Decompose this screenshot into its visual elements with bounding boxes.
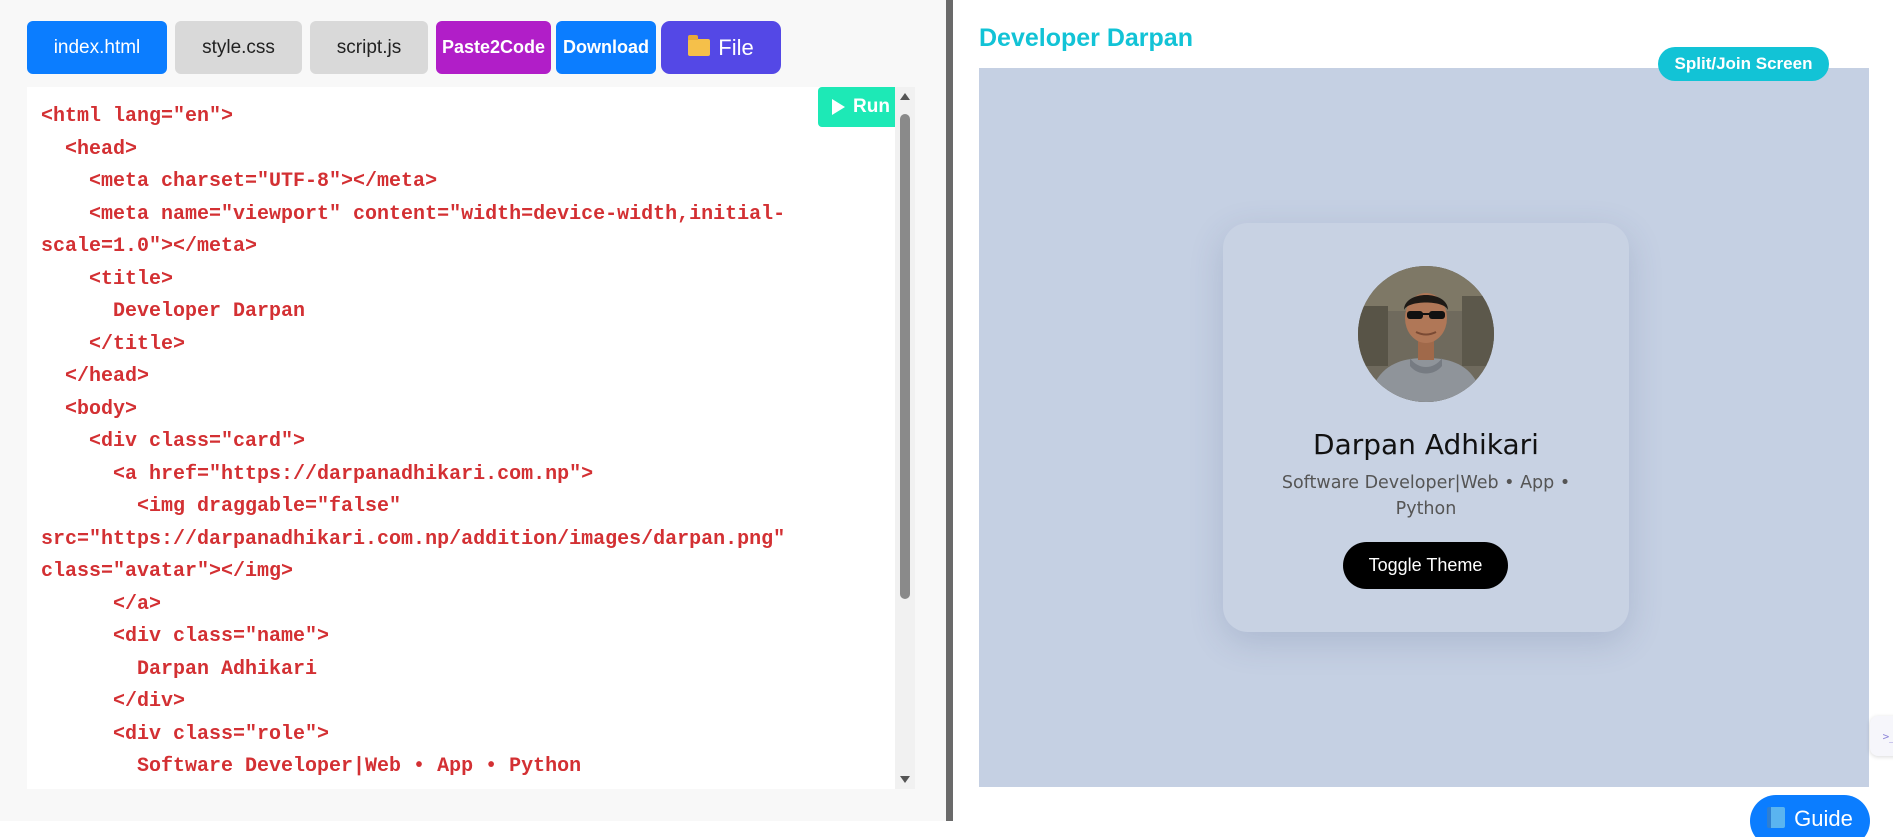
run-button[interactable]: Run: [818, 87, 904, 127]
scrollbar-thumb[interactable]: [900, 114, 910, 599]
tab-index-html[interactable]: index.html: [27, 21, 167, 74]
paste2code-button[interactable]: Paste2Code: [436, 21, 551, 74]
profile-card: Darpan Adhikari Software Developer|Web •…: [1223, 223, 1629, 632]
code-line: <a href="https://darpanadhikari.com.np">: [41, 462, 594, 486]
toggle-theme-button[interactable]: Toggle Theme: [1343, 542, 1508, 589]
scroll-down-icon[interactable]: [900, 776, 910, 783]
avatar[interactable]: [1358, 266, 1494, 402]
code-line: </title>: [41, 332, 186, 356]
code-line: scale=1.0"></meta>: [41, 235, 258, 258]
run-button-label: Run: [853, 96, 890, 117]
code-line: <div class="name">: [41, 625, 330, 648]
code-line: <div class="card">: [41, 430, 306, 453]
code-line: <title>: [41, 267, 174, 291]
profile-role: Software Developer|Web • App • Python: [1281, 473, 1571, 519]
book-icon: [1767, 807, 1786, 828]
guide-button[interactable]: Guide: [1750, 795, 1870, 837]
code-line: <head>: [41, 137, 138, 161]
file-button-label: File: [718, 34, 754, 60]
code-content[interactable]: <html lang="en"> <head> <meta charset="U…: [41, 101, 871, 789]
code-line: Software Developer|Web • App • Python: [41, 755, 582, 778]
code-line: </div>: [41, 690, 186, 713]
guide-button-label: Guide: [1794, 806, 1853, 831]
code-editor[interactable]: <html lang="en"> <head> <meta charset="U…: [27, 87, 915, 789]
file-button[interactable]: File: [661, 21, 781, 74]
code-line: Developer Darpan: [41, 300, 306, 323]
pane-divider[interactable]: [946, 0, 953, 821]
code-line: Darpan Adhikari: [41, 657, 318, 681]
tab-style-css[interactable]: style.css: [175, 21, 302, 74]
side-panel-handle[interactable]: >_<: [1870, 716, 1893, 756]
brand-title: Developer Darpan: [979, 24, 1193, 52]
preview-pane: Developer Darpan Darpan Adhikari Softwar…: [953, 0, 1893, 837]
editor-toolbar: index.html style.css script.js Paste2Cod…: [27, 21, 786, 74]
code-line: <meta name="viewport" content="width=dev…: [41, 202, 786, 226]
code-line: class="avatar"></img>: [41, 560, 294, 583]
code-line: </div>: [41, 784, 871, 790]
code-line: <html lang="en">: [41, 105, 234, 128]
folder-icon: [688, 35, 711, 56]
play-icon: [832, 99, 846, 115]
scroll-up-icon[interactable]: [900, 93, 910, 100]
code-line: <div class="role">: [41, 722, 330, 746]
code-line: <body>: [41, 397, 138, 421]
code-line: <img draggable="false": [41, 495, 402, 518]
editor-scrollbar[interactable]: [895, 87, 915, 789]
code-line: <meta charset="UTF-8"></meta>: [41, 170, 438, 193]
app-window: index.html style.css script.js Paste2Cod…: [0, 0, 1893, 837]
editor-pane: index.html style.css script.js Paste2Cod…: [0, 0, 946, 821]
tab-script-js[interactable]: script.js: [310, 21, 428, 74]
preview-frame: Darpan Adhikari Software Developer|Web •…: [979, 68, 1893, 787]
split-join-screen-button[interactable]: Split/Join Screen: [1658, 47, 1829, 81]
code-line: src="https://darpanadhikari.com.np/addit…: [41, 527, 786, 551]
avatar-image: [1358, 266, 1494, 402]
download-button[interactable]: Download: [556, 21, 656, 74]
profile-name: Darpan Adhikari: [1313, 428, 1539, 461]
code-line: </a>: [41, 592, 162, 616]
code-line: </head>: [41, 365, 150, 388]
